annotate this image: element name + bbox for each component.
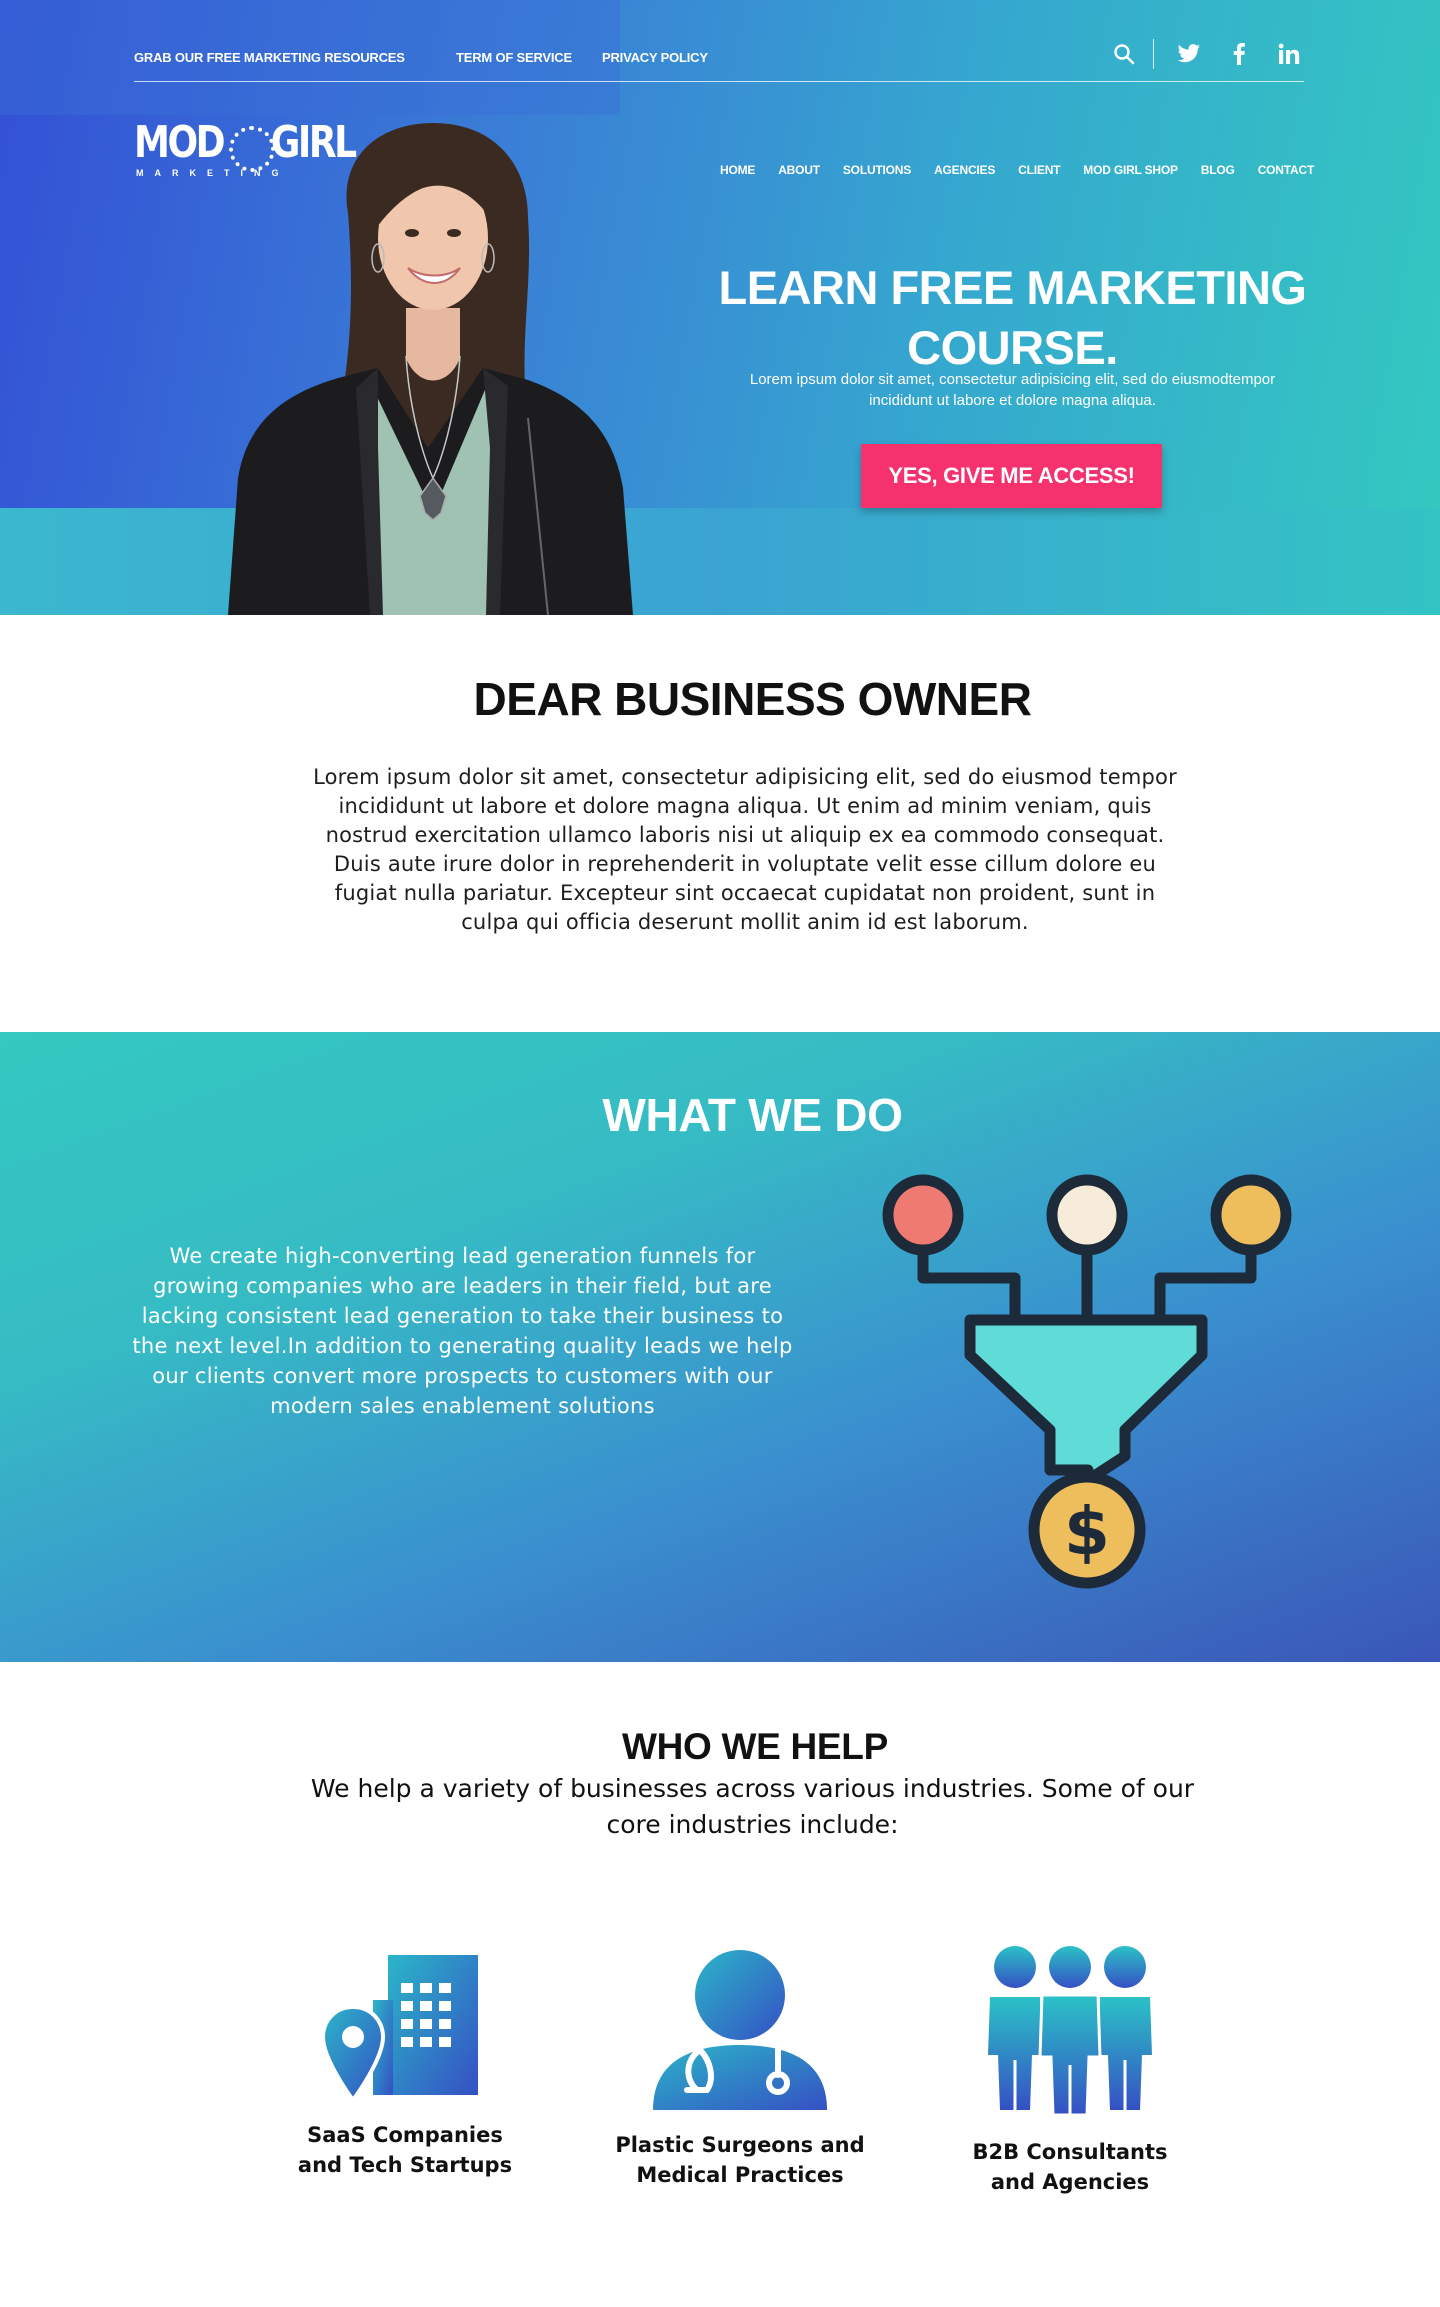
hero-subtitle: Lorem ipsum dolor sit amet, consectetur …: [749, 371, 1276, 409]
who-we-help-title: WHO WE HELP: [622, 1726, 888, 1767]
hero-section: GRAB OUR FREE MARKETING RESOURCES TERM O…: [0, 0, 1440, 615]
nav-solutions[interactable]: SOLUTIONS: [843, 163, 911, 177]
dear-title: DEAR BUSINESS OWNER: [473, 673, 1032, 725]
industry-medical-line2: Medical Practices: [636, 2163, 844, 2187]
funnel-icon: $: [882, 1174, 1292, 1589]
industry-label-b2b: B2B Consultants and Agencies: [930, 2137, 1210, 2197]
industry-card-medical: Plastic Surgeons and Medical Practices: [600, 1950, 880, 2190]
industry-saas-line2: and Tech Startups: [297, 2153, 513, 2177]
linkedin-icon[interactable]: [1274, 39, 1304, 69]
doctor-icon: [653, 1950, 827, 2110]
hero-bottom-band: [0, 508, 1440, 615]
twitter-icon[interactable]: [1174, 39, 1204, 69]
what-we-do-title: WHAT WE DO: [602, 1089, 903, 1141]
nav-client[interactable]: CLIENT: [1018, 163, 1060, 177]
what-we-do-body: We create high-converting lead generatio…: [132, 1244, 793, 1418]
get-access-button[interactable]: YES, GIVE ME ACCESS!: [861, 444, 1162, 508]
industry-b2b-line2: and Agencies: [990, 2170, 1150, 2194]
dear-body: Lorem ipsum dolor sit amet, consectetur …: [313, 765, 1177, 934]
top-bar: GRAB OUR FREE MARKETING RESOURCES TERM O…: [134, 38, 1304, 82]
logo-left-text: MOD: [134, 117, 226, 168]
industry-medical-line1: Plastic Surgeons and: [615, 2133, 865, 2157]
industry-label-saas: SaaS Companies and Tech Startups: [265, 2120, 545, 2180]
svg-text:$: $: [1064, 1493, 1110, 1570]
main-nav: HOME ABOUT SOLUTIONS AGENCIES CLIENT MOD…: [720, 163, 1314, 177]
nav-blog[interactable]: BLOG: [1201, 163, 1235, 177]
people-group-icon: [988, 1946, 1152, 2115]
nav-about[interactable]: ABOUT: [778, 163, 820, 177]
industry-saas-line1: SaaS Companies: [307, 2123, 503, 2147]
nav-contact[interactable]: CONTACT: [1258, 163, 1315, 177]
social-icons: [1089, 38, 1304, 70]
search-icon[interactable]: [1109, 39, 1139, 69]
top-link-terms[interactable]: TERM OF SERVICE: [456, 50, 572, 65]
icon-divider: [1153, 39, 1154, 69]
top-link-privacy[interactable]: PRIVACY POLICY: [602, 50, 708, 65]
funnel-dot-yellow: [1210, 1174, 1292, 1256]
who-we-help-subtitle: We help a variety of businesses across v…: [310, 1774, 1195, 1839]
industry-label-medical: Plastic Surgeons and Medical Practices: [600, 2130, 880, 2190]
funnel-dot-cream: [1046, 1174, 1128, 1256]
industry-card-b2b: B2B Consultants and Agencies: [930, 1945, 1210, 2197]
hero-title: LEARN FREE MARKETING COURSE.: [718, 261, 1307, 374]
facebook-icon[interactable]: [1224, 39, 1254, 69]
top-link-resources[interactable]: GRAB OUR FREE MARKETING RESOURCES: [134, 50, 405, 65]
industry-card-saas: SaaS Companies and Tech Startups: [265, 1955, 545, 2180]
nav-shop[interactable]: MOD GIRL SHOP: [1083, 163, 1178, 177]
hero-portrait-image: [228, 123, 633, 615]
funnel-dot-red: [882, 1174, 964, 1256]
industry-b2b-line1: B2B Consultants: [972, 2140, 1168, 2164]
nav-home[interactable]: HOME: [720, 163, 755, 177]
building-location-icon: [322, 1955, 478, 2100]
nav-agencies[interactable]: AGENCIES: [934, 163, 995, 177]
